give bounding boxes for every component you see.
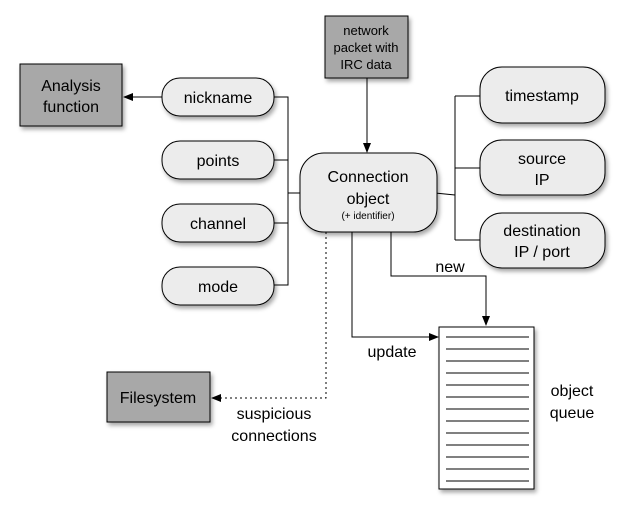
- edge-update: [351, 232, 439, 341]
- filesystem-label: Filesystem: [120, 390, 196, 407]
- analysis-label-1: Analysis: [41, 78, 101, 95]
- queue-label-1: object: [551, 383, 594, 400]
- diagram: network packet with IRC data Analysis fu…: [19, 15, 606, 490]
- mode-node: mode: [161, 266, 275, 306]
- filesystem-box: Filesystem: [106, 371, 211, 423]
- edge-attributes-bracket-left: [274, 96, 300, 286]
- edge-label-update: update: [368, 344, 417, 361]
- network-packet-label-3: IRC data: [340, 57, 392, 72]
- points-node: points: [161, 140, 275, 180]
- nickname-label: nickname: [184, 90, 253, 107]
- edge-label-suspicious-2: connections: [231, 428, 316, 445]
- edge-new: [390, 232, 490, 326]
- destination-label-1: destination: [503, 223, 580, 240]
- network-packet-label-1: network: [343, 23, 389, 38]
- source-ip-label-1: source: [518, 151, 566, 168]
- network-packet-label-2: packet with: [333, 40, 398, 55]
- points-label: points: [197, 153, 240, 170]
- edge-label-suspicious-1: suspicious: [237, 406, 312, 423]
- object-queue: object queue: [438, 326, 595, 490]
- edge-suspicious: [211, 232, 327, 402]
- nickname-node: nickname: [161, 77, 275, 117]
- connection-object-node: Connection object (+ identifier): [299, 152, 438, 233]
- queue-label-2: queue: [550, 405, 595, 422]
- destination-label-2: IP / port: [514, 244, 570, 261]
- mode-label: mode: [198, 279, 238, 296]
- destination-node: destination IP / port: [479, 212, 606, 269]
- channel-node: channel: [161, 203, 275, 243]
- edge-label-new: new: [435, 259, 465, 276]
- network-packet-box: network packet with IRC data: [324, 15, 409, 79]
- source-ip-label-2: IP: [534, 172, 549, 189]
- timestamp-label: timestamp: [505, 88, 579, 105]
- source-ip-node: source IP: [479, 139, 606, 196]
- connection-identifier-label: (+ identifier): [341, 211, 394, 222]
- analysis-label-2: function: [43, 99, 99, 116]
- edge-attributes-bracket-right: [434, 95, 480, 241]
- connection-label-2: object: [347, 191, 390, 208]
- connection-label-1: Connection: [328, 169, 409, 186]
- timestamp-node: timestamp: [479, 66, 606, 124]
- analysis-function-box: Analysis function: [19, 63, 123, 127]
- channel-label: channel: [190, 216, 246, 233]
